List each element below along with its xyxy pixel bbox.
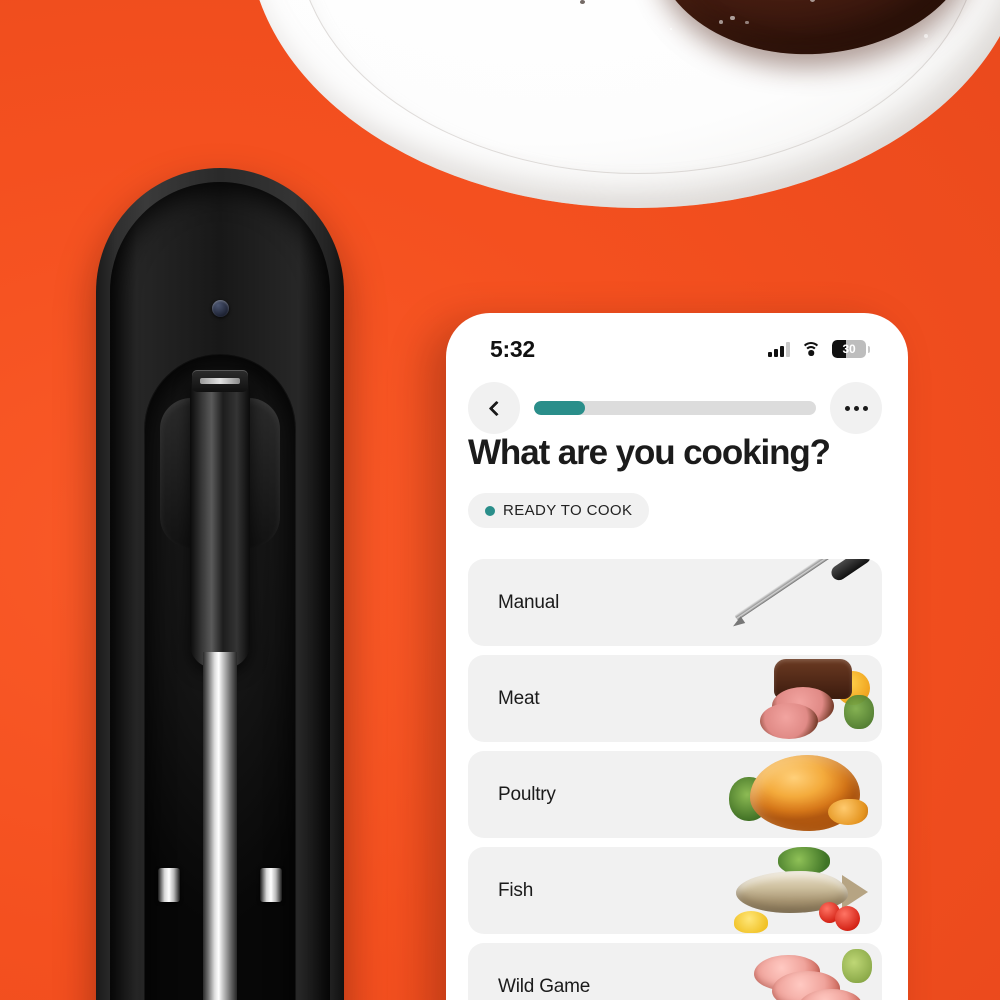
list-item-manual[interactable]: Manual <box>468 559 882 646</box>
phone-mockup: 5:32 30 What are you cooking? READY TO C… <box>446 313 908 1000</box>
list-item-label: Wild Game <box>498 976 590 998</box>
status-badge: READY TO COOK <box>468 493 649 528</box>
status-bar: 5:32 30 <box>446 313 908 371</box>
salt-fleck <box>730 16 735 21</box>
progress-bar-fill <box>534 401 585 415</box>
fish-thumb-icon <box>726 847 874 934</box>
chevron-left-icon <box>488 400 504 416</box>
cook-type-list: Manual Meat Poultry Fish Wild Game <box>468 559 882 1000</box>
probe-charging-case <box>96 168 344 1000</box>
progress-bar <box>534 401 816 415</box>
list-item-fish[interactable]: Fish <box>468 847 882 934</box>
probe-handle <box>190 378 250 668</box>
status-badge-label: READY TO COOK <box>503 502 632 519</box>
wifi-icon <box>801 342 821 357</box>
status-led-icon <box>212 300 229 317</box>
probe-shaft <box>203 652 237 1000</box>
list-item-label: Poultry <box>498 784 556 806</box>
plated-steak-photo <box>248 0 1000 220</box>
case-body <box>96 168 344 1000</box>
status-bar-icons: 30 <box>768 340 870 358</box>
back-button[interactable] <box>468 382 520 434</box>
list-item-meat[interactable]: Meat <box>468 655 882 742</box>
poultry-thumb-icon <box>727 751 872 837</box>
more-options-button[interactable] <box>830 382 882 434</box>
list-item-poultry[interactable]: Poultry <box>468 751 882 838</box>
probe-thumb-icon <box>726 559 876 643</box>
wild-game-thumb-icon <box>732 949 874 1000</box>
nav-row <box>446 377 908 439</box>
cellular-bars-icon <box>768 342 790 357</box>
case-inner-shell <box>110 182 330 1000</box>
ellipsis-icon <box>845 406 868 411</box>
list-item-wild-game[interactable]: Wild Game <box>468 943 882 1000</box>
list-item-label: Fish <box>498 880 533 902</box>
probe-contact-ring-left <box>158 868 180 902</box>
status-bar-clock: 5:32 <box>490 336 535 363</box>
salt-fleck <box>719 20 723 24</box>
status-dot-icon <box>485 506 495 516</box>
meat-thumb-icon <box>732 659 874 739</box>
battery-level-label: 30 <box>832 340 866 358</box>
probe-contact-ring-right <box>260 868 282 902</box>
battery-icon: 30 <box>832 340 870 358</box>
pepper-fleck <box>580 0 585 4</box>
probe-cap <box>192 370 248 392</box>
list-item-label: Meat <box>498 688 539 710</box>
page-title: What are you cooking? <box>468 433 868 473</box>
list-item-label: Manual <box>498 592 559 614</box>
